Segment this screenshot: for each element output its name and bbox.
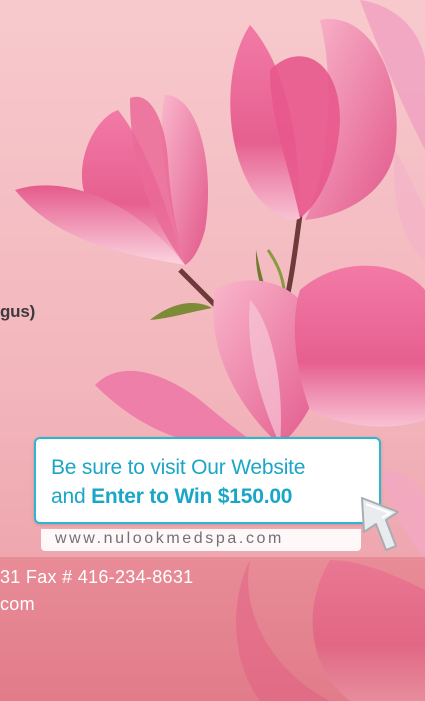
cursor-arrow-icon (361, 497, 399, 551)
cut-off-body-text: gus) (0, 302, 36, 321)
promo-highlight: Enter to Win $150.00 (91, 485, 293, 508)
promo-line-2-prefix: and (51, 485, 92, 508)
footer-web-line: com (0, 594, 35, 614)
promo-line-2: and Enter to Win $150.00 (51, 482, 379, 511)
website-link[interactable]: www.nulookmedspa.com (41, 529, 361, 551)
footer-contact-line: 31 Fax # 416-234-8631 (0, 567, 194, 587)
promo-callout[interactable]: Be sure to visit Our Website and Enter t… (34, 437, 381, 524)
promo-line-1: Be sure to visit Our Website (51, 456, 306, 479)
flyer-page: gus) Be sure to visit Our Website and En… (0, 0, 425, 701)
